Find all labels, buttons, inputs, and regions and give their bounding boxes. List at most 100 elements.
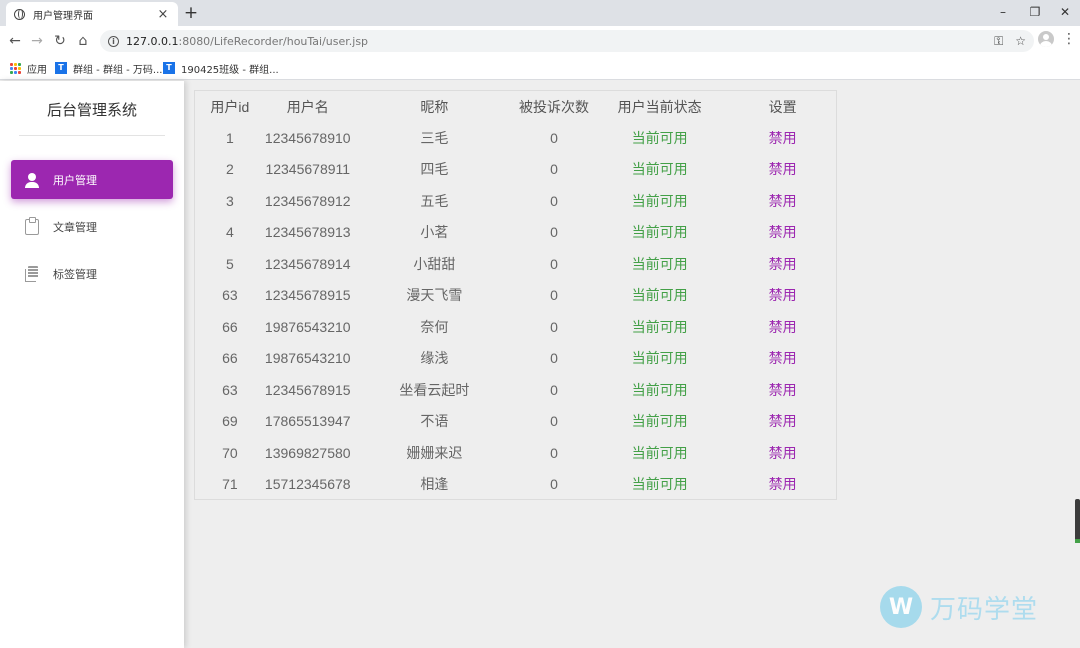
table-row: 63 12345678915 漫天飞雪 0 当前可用 禁用 [195, 280, 836, 312]
table-row: 66 19876543210 缘浅 0 当前可用 禁用 [195, 343, 836, 375]
tab-close-icon[interactable]: × [156, 7, 170, 22]
bookmarks-bar: 应用 T 群组 - 群组 - 万码... T 190425班级 - 群组... [0, 56, 1080, 80]
cell-user-id: 1 [225, 129, 234, 146]
cell-complaints: 0 [550, 129, 558, 146]
disable-button[interactable]: 禁用 [729, 280, 836, 312]
cell-nickname: 奈何 [420, 318, 449, 335]
disable-button[interactable]: 禁用 [729, 311, 836, 343]
bookmark-item[interactable]: T 190425班级 - 群组... [163, 60, 279, 76]
key-icon[interactable]: ⚿ [994, 34, 1003, 49]
cell-nickname: 三毛 [420, 129, 449, 146]
cell-username: 15712345678 [264, 476, 351, 493]
table-row: 70 13969827580 姗姗来迟 0 当前可用 禁用 [195, 437, 836, 469]
apps-grid-icon [10, 62, 21, 74]
sidebar-item-label: 用户管理 [53, 173, 97, 187]
disable-button[interactable]: 禁用 [729, 469, 836, 501]
cell-username: 12345678912 [264, 192, 351, 209]
table-row: 3 12345678912 五毛 0 当前可用 禁用 [195, 185, 836, 217]
sidebar-item-label: 标签管理 [53, 267, 97, 281]
bookmark-item[interactable]: T 群组 - 群组 - 万码... [55, 60, 162, 76]
table-row: 1 12345678910 三毛 0 当前可用 禁用 [195, 122, 836, 154]
disable-button[interactable]: 禁用 [729, 437, 836, 469]
cell-complaints: 0 [550, 318, 558, 335]
bookmark-label: 190425班级 - 群组... [181, 64, 279, 76]
sidebar-item-article-management[interactable]: 文章管理 [11, 207, 173, 246]
disable-button[interactable]: 禁用 [729, 217, 836, 249]
bookmark-favicon-icon: T [55, 62, 67, 74]
minimize-button[interactable]: – [988, 2, 1018, 22]
cell-status: 当前可用 [631, 287, 688, 304]
disable-button[interactable]: 禁用 [729, 154, 836, 186]
cell-user-id: 66 [222, 350, 238, 367]
browser-tabstrip: 用户管理界面 × + – ❐ ✕ [0, 0, 1080, 26]
watermark-text: 万码学堂 [930, 594, 1039, 625]
cell-status: 当前可用 [631, 318, 688, 335]
cell-user-id: 69 [222, 413, 238, 430]
person-icon [25, 172, 39, 188]
cell-complaints: 0 [550, 476, 558, 493]
home-button[interactable]: ⌂ [72, 30, 94, 52]
cell-nickname: 四毛 [420, 161, 449, 178]
disable-button[interactable]: 禁用 [729, 374, 836, 406]
cell-username: 12345678913 [264, 224, 351, 241]
disable-button[interactable]: 禁用 [729, 406, 836, 438]
browser-menu-icon[interactable]: ⋮ [1062, 31, 1076, 47]
cell-nickname: 五毛 [420, 192, 449, 209]
disable-button[interactable]: 禁用 [729, 122, 836, 154]
reload-button[interactable]: ↻ [49, 30, 71, 52]
cell-status: 当前可用 [631, 224, 688, 241]
restore-button[interactable]: ❐ [1020, 2, 1050, 22]
cell-username: 17865513947 [264, 413, 351, 430]
bookmark-star-icon[interactable]: ☆ [1015, 34, 1026, 48]
cell-user-id: 5 [225, 255, 234, 272]
cell-username: 12345678914 [264, 255, 351, 272]
cell-status: 当前可用 [631, 161, 688, 178]
cell-username: 12345678911 [265, 161, 351, 178]
new-tab-button[interactable]: + [183, 3, 199, 23]
cell-complaints: 0 [550, 161, 558, 178]
address-bar[interactable]: i 127.0.0.1 :8080/LifeRecorder/houTai/us… [100, 30, 1034, 52]
scrollbar-thumb[interactable] [1075, 499, 1080, 543]
cell-username: 19876543210 [264, 350, 351, 367]
browser-tab[interactable]: 用户管理界面 × [6, 2, 178, 26]
disable-button[interactable]: 禁用 [729, 343, 836, 375]
profile-avatar[interactable] [1038, 31, 1054, 47]
url-host: 127.0.0.1 [126, 34, 179, 48]
cell-username: 19876543210 [264, 318, 351, 335]
table-row: 66 19876543210 奈何 0 当前可用 禁用 [195, 311, 836, 343]
site-info-icon[interactable]: i [108, 35, 119, 47]
divider [19, 135, 165, 136]
cell-complaints: 0 [550, 192, 558, 209]
header-status: 用户当前状态 [617, 98, 702, 115]
sidebar-item-user-management[interactable]: 用户管理 [11, 160, 173, 199]
cell-nickname: 不语 [420, 413, 449, 430]
back-button[interactable]: ← [4, 30, 26, 52]
sidebar: 后台管理系统 用户管理 文章管理 标签管理 [0, 81, 184, 648]
cell-username: 12345678910 [264, 129, 351, 146]
clipboard-icon [25, 216, 39, 235]
bookmark-label: 群组 - 群组 - 万码... [73, 64, 163, 76]
window-close-button[interactable]: ✕ [1050, 2, 1080, 22]
table-row: 69 17865513947 不语 0 当前可用 禁用 [195, 406, 836, 438]
cell-status: 当前可用 [631, 413, 688, 430]
disable-button[interactable]: 禁用 [729, 185, 836, 217]
cell-user-id: 2 [225, 161, 234, 178]
cell-nickname: 小茗 [420, 224, 449, 241]
cell-status: 当前可用 [631, 381, 688, 398]
sidebar-item-label: 文章管理 [53, 220, 97, 234]
user-table-panel: 用户id 用户名 昵称 被投诉次数 用户当前状态 设置 1 12345678910… [194, 90, 837, 500]
cell-user-id: 66 [222, 318, 238, 335]
forward-button[interactable]: → [26, 30, 48, 52]
sidebar-item-tag-management[interactable]: 标签管理 [11, 254, 173, 293]
cell-username: 13969827580 [264, 444, 351, 461]
cell-nickname: 漫天飞雪 [406, 287, 463, 304]
table-row: 63 12345678915 坐看云起时 0 当前可用 禁用 [195, 374, 836, 406]
cell-complaints: 0 [550, 224, 558, 241]
cell-status: 当前可用 [631, 476, 688, 493]
bookmark-label: 应用 [27, 64, 47, 76]
library-icon [25, 265, 39, 282]
globe-icon [14, 8, 25, 20]
cell-complaints: 0 [550, 350, 558, 367]
disable-button[interactable]: 禁用 [729, 248, 836, 280]
bookmark-apps[interactable]: 应用 [10, 60, 47, 76]
